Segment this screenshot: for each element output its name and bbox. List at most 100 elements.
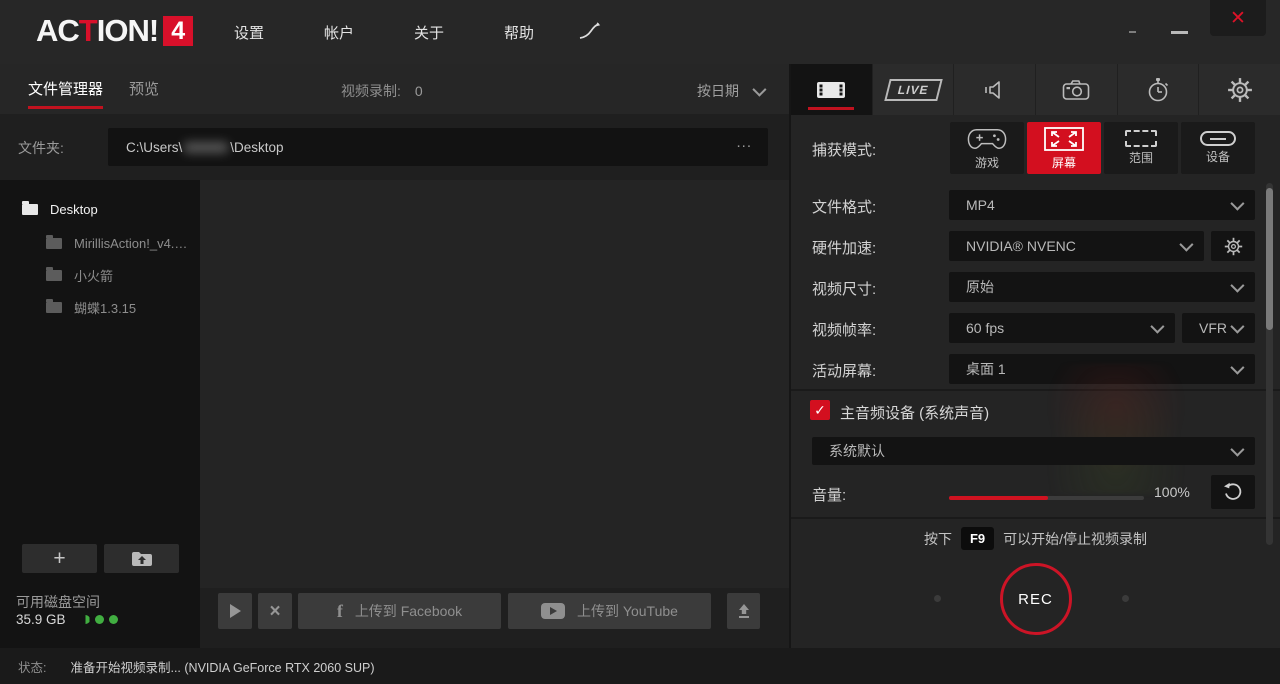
volume-value: 100% (1154, 484, 1190, 500)
sort-by-label: 按日期 (697, 81, 739, 101)
checkmark-icon: ✓ (814, 402, 826, 419)
framerate-dropdown[interactable]: 60 fps (949, 313, 1175, 343)
pen-icon[interactable] (578, 21, 602, 41)
logo-accent: T (79, 13, 97, 49)
tab-settings[interactable] (1199, 64, 1280, 115)
primary-audio-checkbox[interactable]: ✓ (810, 400, 830, 420)
open-folder-button[interactable] (104, 544, 179, 573)
record-button[interactable]: REC (1000, 563, 1072, 635)
hotkey-prefix: 按下 (924, 529, 952, 549)
titlebar: ACTION! 4 设置 帐户 关于 帮助 ✕ (0, 0, 1280, 64)
capture-mode-region[interactable]: 范围 (1104, 122, 1178, 174)
tab-benchmark-timer[interactable] (1118, 64, 1200, 115)
minimize-button[interactable] (1171, 31, 1188, 34)
decorative-dot (934, 595, 941, 602)
mode-tab-strip: LIVE (791, 64, 1280, 115)
sort-by-dropdown[interactable]: 按日期 (697, 81, 763, 101)
section-divider (791, 517, 1280, 519)
recordings-count: 0 (415, 83, 423, 99)
framerate-mode-dropdown[interactable]: VFR (1182, 313, 1255, 343)
primary-audio-label: 主音频设备 (系统声音) (840, 402, 989, 423)
plus-icon: + (53, 548, 65, 569)
folder-icon (46, 302, 62, 313)
menu-settings[interactable]: 设置 (234, 22, 264, 43)
tree-item-label: 小火箭 (74, 266, 113, 285)
video-size-dropdown[interactable]: 原始 (949, 272, 1255, 302)
tab-file-manager[interactable]: 文件管理器 (28, 78, 103, 109)
chevron-down-icon (1230, 197, 1244, 211)
active-screen-dropdown[interactable]: 桌面 1 (949, 354, 1255, 384)
status-label: 状态: (18, 657, 46, 676)
tray-minimize-icon[interactable] (1129, 31, 1136, 33)
video-size-label: 视频尺寸: (812, 278, 876, 299)
upload-youtube-button[interactable]: 上传到 YouTube (508, 593, 711, 629)
youtube-icon (541, 603, 565, 619)
recordings-label: 视频录制: (341, 83, 401, 99)
film-icon (815, 78, 847, 102)
scrollbar-thumb[interactable] (1266, 188, 1273, 330)
folder-path-row: 文件夹: C:\Users\\Desktop ... (0, 114, 789, 180)
chevron-down-icon (1230, 443, 1244, 457)
menu-account[interactable]: 帐户 (324, 22, 354, 43)
hw-accel-dropdown[interactable]: NVIDIA® NVENC (949, 231, 1204, 261)
tab-preview[interactable]: 预览 (129, 78, 159, 106)
hw-accel-settings-button[interactable] (1211, 231, 1255, 261)
gamepad-icon (965, 126, 1009, 152)
reset-icon (1223, 482, 1243, 502)
folder-path-value: C:\Users\\Desktop (126, 140, 284, 155)
camera-icon (1062, 78, 1090, 102)
volume-slider[interactable] (949, 496, 1144, 500)
tab-video-recording[interactable] (791, 64, 873, 115)
chevron-down-icon (1230, 320, 1244, 334)
delete-button[interactable]: × (258, 593, 292, 629)
play-button[interactable] (218, 593, 252, 629)
chevron-down-icon (1179, 238, 1193, 252)
browse-folder-button[interactable]: ... (730, 130, 758, 155)
volume-reset-button[interactable] (1211, 475, 1255, 509)
capture-mode-label-device: 设备 (1206, 148, 1230, 165)
audio-device-dropdown[interactable]: 系统默认 (812, 437, 1255, 465)
decorative-dot (1122, 595, 1129, 602)
recording-settings-pane: LIVE (789, 64, 1280, 648)
tree-item-label: Desktop (50, 202, 98, 217)
menu-about[interactable]: 关于 (414, 22, 444, 43)
logo-text: AC (36, 13, 79, 49)
chevron-down-icon (1150, 320, 1164, 334)
recordings-list[interactable] (200, 180, 789, 588)
tree-item-desktop[interactable]: Desktop (0, 196, 222, 222)
close-button[interactable]: ✕ (1210, 0, 1266, 36)
record-button-label: REC (1018, 591, 1053, 608)
file-format-dropdown[interactable]: MP4 (949, 190, 1255, 220)
capture-mode-device[interactable]: 设备 (1181, 122, 1255, 174)
screen-capture-icon (1043, 126, 1085, 152)
folder-path-input[interactable]: C:\Users\\Desktop ... (108, 128, 768, 166)
region-icon (1125, 130, 1157, 147)
upload-facebook-label: 上传到 Facebook (355, 601, 462, 621)
framerate-mode-value: VFR (1199, 320, 1227, 336)
upload-facebook-button[interactable]: f 上传到 Facebook (298, 593, 501, 629)
delete-icon: × (269, 602, 280, 621)
capture-mode-label: 捕获模式: (812, 139, 876, 160)
tab-audio-recording[interactable] (954, 64, 1036, 115)
add-folder-button[interactable]: + (22, 544, 97, 573)
hw-accel-label: 硬件加速: (812, 237, 876, 258)
export-button[interactable] (727, 593, 760, 629)
close-icon: ✕ (1230, 7, 1246, 30)
status-message: 准备开始视频录制... (NVIDIA GeForce RTX 2060 SUP… (70, 657, 374, 676)
disk-space-row: 35.9 GB (16, 612, 118, 627)
capture-mode-label-screen: 屏幕 (1052, 154, 1076, 171)
folder-icon (46, 238, 62, 249)
play-icon (230, 604, 241, 618)
tab-screenshots[interactable] (1036, 64, 1118, 115)
hotkey-keycap: F9 (961, 527, 994, 550)
gear-icon (1227, 77, 1253, 103)
tab-live-streaming[interactable]: LIVE (873, 64, 955, 115)
capture-mode-game[interactable]: 游戏 (950, 122, 1024, 174)
stopwatch-icon (1146, 76, 1171, 103)
logo-text-2: ION! (97, 13, 158, 49)
chevron-down-icon (1230, 279, 1244, 293)
main-menu: 设置 帐户 关于 帮助 (234, 0, 534, 64)
action-logo: ACTION! 4 (36, 13, 193, 49)
capture-mode-screen[interactable]: 屏幕 (1027, 122, 1101, 174)
menu-help[interactable]: 帮助 (504, 22, 534, 43)
